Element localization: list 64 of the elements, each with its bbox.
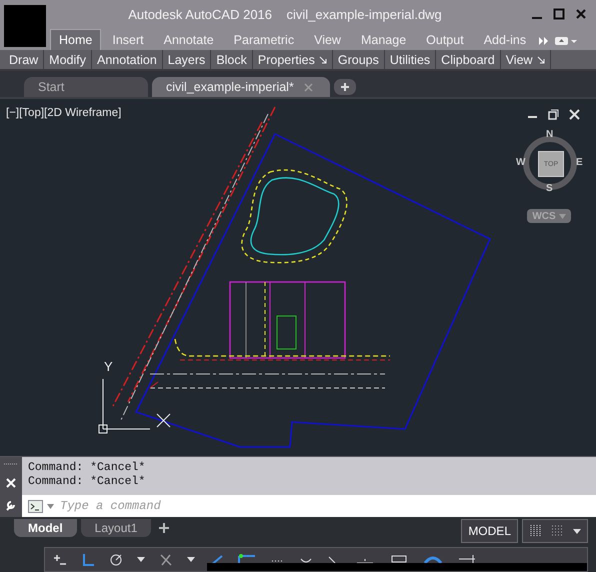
caret-icon[interactable]: [573, 528, 581, 534]
panel-label: Clipboard: [441, 52, 495, 66]
grip-icon[interactable]: [4, 462, 18, 467]
plus-icon[interactable]: [340, 82, 350, 92]
ribbon-panel[interactable]: Draw: [4, 50, 44, 69]
panel-label: Utilities: [390, 52, 430, 66]
document-tab[interactable]: Start: [24, 77, 148, 97]
panel-label: Annotation: [97, 52, 157, 66]
ribbon-tab[interactable]: Manage: [352, 29, 416, 50]
compass-label: W: [516, 157, 526, 168]
ribbon-tab[interactable]: Output: [417, 29, 473, 50]
grid-icon[interactable]: [529, 524, 543, 538]
panel-label: Properties: [258, 52, 315, 66]
layout-tab[interactable]: Layout1: [80, 519, 152, 537]
ribbon-panel[interactable]: Groups: [332, 50, 385, 69]
panel-label: Groups: [338, 52, 379, 66]
close-icon[interactable]: [574, 7, 588, 21]
compass-label: S: [546, 183, 553, 194]
panel-label: Modify: [49, 52, 86, 66]
document-tab[interactable]: civil_example-imperial*: [152, 77, 330, 97]
restore-icon[interactable]: [548, 109, 559, 120]
ribbon-panel[interactable]: View: [500, 50, 551, 69]
ribbon-panel[interactable]: Clipboard: [436, 50, 501, 69]
ribbon-panel[interactable]: Annotation: [92, 50, 163, 69]
ribbon-tab[interactable]: Add-ins: [474, 29, 536, 50]
snap-icon[interactable]: [551, 524, 565, 538]
ribbon-panel[interactable]: Layers: [162, 50, 212, 69]
ribbon-tab[interactable]: View: [305, 29, 350, 50]
ribbon-tab[interactable]: Home: [50, 29, 102, 50]
panel-label: View: [506, 52, 533, 66]
command-field[interactable]: Type a command: [22, 495, 596, 517]
model-space-button[interactable]: MODEL: [461, 519, 518, 543]
prompt-icon[interactable]: [28, 500, 43, 512]
compass-label: N: [546, 129, 554, 140]
ribbon-tab[interactable]: Insert: [103, 29, 153, 50]
wrench-icon[interactable]: [5, 499, 17, 512]
window-title: Autodesk AutoCAD 2016 civil_example-imperial.dwg: [127, 6, 443, 22]
caret-icon[interactable]: [47, 504, 54, 508]
command-history-line: Command: *Cancel*: [28, 475, 146, 489]
ribbon-panel[interactable]: Block: [211, 50, 253, 69]
command-history-line: Command: *Cancel*: [28, 461, 146, 475]
launcher-icon[interactable]: [318, 56, 327, 64]
command-input[interactable]: Type a command: [58, 498, 596, 514]
axis-label: Y: [104, 359, 113, 374]
ribbon-tab[interactable]: Parametric: [224, 29, 304, 50]
ucs-icon: [98, 378, 170, 434]
new-tab-button[interactable]: [334, 79, 356, 95]
plus-minus-icon[interactable]: [53, 552, 67, 566]
launcher-icon[interactable]: [536, 56, 545, 64]
ribbon-tab[interactable]: Annotate: [154, 29, 223, 50]
panel-label: Block: [216, 52, 247, 66]
panel-label: Draw: [9, 52, 38, 66]
blank-panel: [4, 5, 46, 47]
layout-tab[interactable]: Model: [14, 519, 77, 537]
grid-toolbar[interactable]: [522, 519, 588, 543]
panel-label: Layers: [168, 52, 206, 66]
caret-icon[interactable]: [187, 557, 195, 562]
ribbon-panel[interactable]: Properties: [252, 50, 333, 69]
viewport-controls-label[interactable]: [−][Top][2D Wireframe]: [6, 107, 122, 119]
maximize-icon[interactable]: [552, 7, 566, 21]
compass-label: E: [576, 157, 583, 168]
ribbon-panel[interactable]: Utilities: [384, 50, 436, 69]
caret-icon[interactable]: [137, 557, 145, 562]
ribbon-panel[interactable]: Modify: [44, 50, 92, 69]
